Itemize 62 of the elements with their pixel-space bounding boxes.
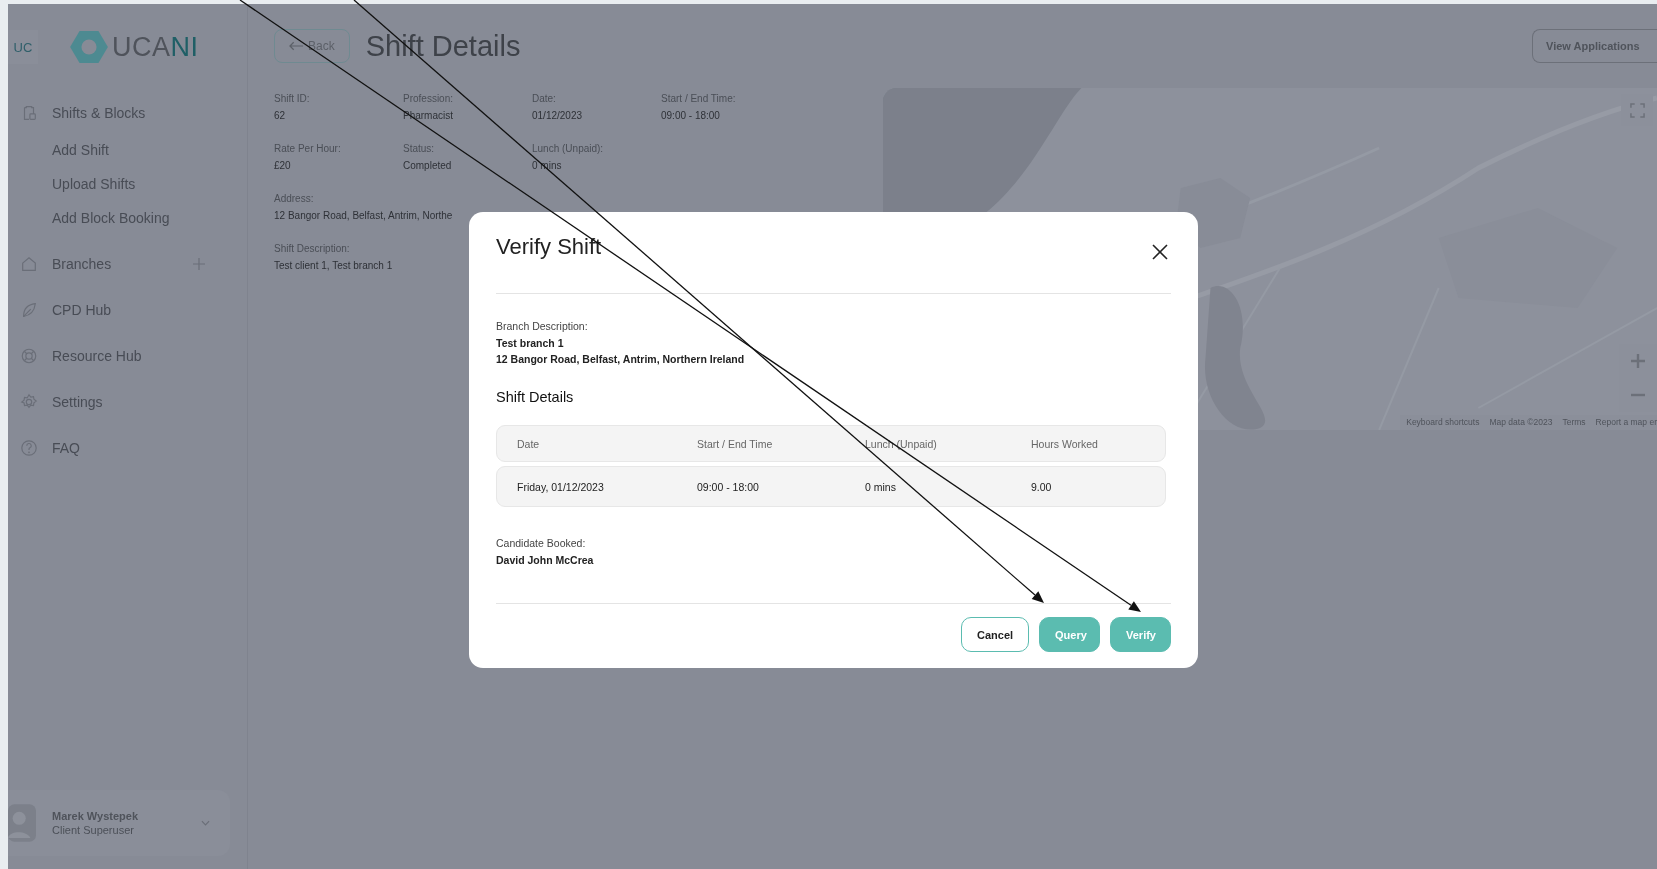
branch-text: 12 Bangor Road, Belfast, Antrim, Northern Ireland xyxy=(496,353,746,365)
candidate-name: David John McCrea xyxy=(496,554,595,566)
close-icon[interactable] xyxy=(1152,243,1168,260)
field-value: Completed xyxy=(403,160,453,171)
question-icon xyxy=(20,439,38,457)
table-cell-text: Friday, 01/12/2023 xyxy=(517,480,605,493)
logo-icon xyxy=(70,30,108,64)
field-value: 62 xyxy=(274,110,287,121)
field-value: Test client 1, Test branch 1 xyxy=(274,260,393,271)
dialog-title: Verify Shift xyxy=(496,233,602,260)
back-arrow-icon xyxy=(289,41,304,51)
map-footer-link[interactable]: Keyboard shortcuts xyxy=(1406,417,1480,427)
field-label: Profession: xyxy=(403,93,455,104)
primary-button[interactable]: Verify xyxy=(1110,617,1171,652)
menu-item[interactable]: FAQ xyxy=(8,425,247,471)
user-role: Client Superuser xyxy=(52,824,135,836)
submenu-item[interactable]: Upload Shifts xyxy=(8,167,247,201)
leaf-icon xyxy=(20,301,38,319)
field-label: Status: xyxy=(403,143,436,154)
map-footer-link[interactable]: Terms xyxy=(1562,417,1586,427)
view-applications-button[interactable]: View Applications xyxy=(1532,29,1657,63)
field-label: Rate Per Hour: xyxy=(274,143,342,154)
column-header: Lunch (Unpaid) xyxy=(865,437,938,450)
field-value: £20 xyxy=(274,160,292,171)
submenu-item[interactable]: Add Shift xyxy=(8,133,247,167)
field-value: 09:00 - 18:00 xyxy=(661,110,721,121)
secondary-button[interactable]: Cancel xyxy=(961,617,1029,652)
lifebuoy-icon xyxy=(20,347,38,365)
user-avatar-icon xyxy=(8,804,36,842)
field-label: Address: xyxy=(274,193,315,204)
candidate-label: Candidate Booked: xyxy=(496,537,587,549)
field-label: Lunch (Unpaid): xyxy=(532,143,605,154)
field-value: 12 Bangor Road, Belfast, Antrim, Northe xyxy=(274,210,453,221)
primary-button[interactable]: Query xyxy=(1039,617,1100,652)
table-cell-text: 0 mins xyxy=(865,480,897,493)
column-header: Hours Worked xyxy=(1031,437,1099,450)
add-icon[interactable] xyxy=(193,258,205,270)
table-cell-text: 09:00 - 18:00 xyxy=(697,480,760,493)
gear-icon xyxy=(20,393,38,411)
fullscreen-icon xyxy=(1629,102,1645,118)
menu-item[interactable]: Branches xyxy=(8,241,247,287)
column-header: Start / End Time xyxy=(697,437,774,450)
plus-icon xyxy=(1630,353,1646,369)
chevron-down-icon xyxy=(201,820,210,826)
column-header: Date xyxy=(517,437,541,450)
menu-item[interactable]: Settings xyxy=(8,379,247,425)
field-label: Start / End Time: xyxy=(661,93,737,104)
table-cell-text: 9.00 xyxy=(1031,480,1053,493)
field-label: Shift Description: xyxy=(274,243,351,254)
submenu-item[interactable]: Add Block Booking xyxy=(8,201,247,235)
menu-item[interactable]: CPD Hub xyxy=(8,287,247,333)
house-icon xyxy=(20,255,38,273)
branch-text: Test branch 1 xyxy=(496,337,565,349)
menu-item[interactable]: Resource Hub xyxy=(8,333,247,379)
user-name: Marek Wystepek xyxy=(52,810,138,822)
branch-label: Branch Description: xyxy=(496,320,589,332)
menu-item[interactable]: Shifts & Blocks xyxy=(8,90,247,136)
section-heading: Shift Details xyxy=(496,389,575,405)
field-value: 01/12/2023 xyxy=(532,110,584,121)
field-label: Date: xyxy=(532,93,557,104)
field-label: Shift ID: xyxy=(274,93,311,104)
logo-text: UCANI xyxy=(112,31,199,63)
